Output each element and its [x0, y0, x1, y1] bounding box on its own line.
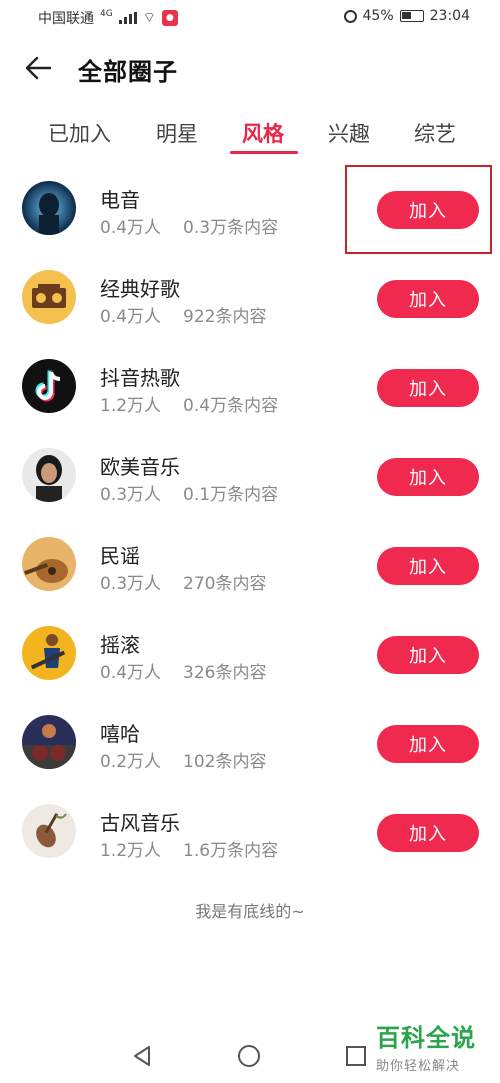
carrier-label: 中国联通: [38, 11, 94, 27]
circle-name: 经典好歌: [100, 277, 180, 301]
circle-name: 嘻哈: [100, 722, 140, 746]
post-count: 102条内容: [183, 752, 267, 772]
nav-home-icon[interactable]: [238, 1045, 260, 1067]
circle-avatar: [22, 715, 76, 769]
circle-avatar: [22, 270, 76, 324]
circle-row-douyin-hits[interactable]: 抖音热歌 1.2万人 0.4万条内容 加入: [0, 342, 500, 431]
circle-avatar: [22, 804, 76, 858]
join-button[interactable]: 加入: [377, 458, 479, 496]
circle-row-ancient-style[interactable]: 古风音乐 1.2万人 1.6万条内容 加入: [0, 787, 500, 876]
member-count: 0.3万人: [100, 485, 162, 505]
circle-avatar: [22, 537, 76, 591]
join-button[interactable]: 加入: [377, 280, 479, 318]
network-type: 4G: [100, 9, 113, 19]
back-button[interactable]: [18, 50, 58, 86]
arrow-left-icon: [25, 56, 52, 80]
end-of-list-text: 我是有底线的~: [195, 902, 305, 921]
tab-stars[interactable]: 明星: [156, 118, 198, 148]
status-bar: 中国联通 4G ⌔ ● 45% 23:04: [0, 0, 500, 34]
member-count: 0.4万人: [100, 218, 162, 238]
post-count: 270条内容: [183, 574, 267, 594]
post-count: 0.3万条内容: [183, 218, 279, 238]
post-count: 922条内容: [183, 307, 267, 327]
join-button[interactable]: 加入: [377, 369, 479, 407]
member-count: 0.4万人: [100, 663, 162, 683]
circle-avatar: [22, 181, 76, 235]
circle-name: 欧美音乐: [100, 455, 180, 479]
circle-row-rock[interactable]: 摇滚 0.4万人 326条内容 加入: [0, 609, 500, 698]
circle-name: 民谣: [100, 544, 140, 568]
watermark: 百科全说 助你轻松解决: [376, 1018, 494, 1078]
member-count: 0.2万人: [100, 752, 162, 772]
circle-meta: 0.3万人 270条内容: [100, 569, 267, 594]
circle-name: 抖音热歌: [100, 366, 180, 390]
member-count: 0.3万人: [100, 574, 162, 594]
circle-meta: 0.3万人 0.1万条内容: [100, 480, 278, 505]
circle-name: 电音: [100, 188, 140, 212]
circle-row-hiphop[interactable]: 嘻哈 0.2万人 102条内容 加入: [0, 698, 500, 787]
circle-meta: 0.4万人 326条内容: [100, 658, 267, 683]
circle-avatar: [22, 359, 76, 413]
circle-meta: 0.4万人 0.3万条内容: [100, 213, 278, 238]
post-count: 0.1万条内容: [183, 485, 279, 505]
circle-name: 摇滚: [100, 633, 140, 657]
post-count: 0.4万条内容: [183, 396, 279, 416]
tab-style[interactable]: 风格: [242, 118, 284, 148]
tab-joined[interactable]: 已加入: [48, 118, 111, 148]
app-notification-icon: ●: [161, 10, 178, 26]
nav-recent-icon[interactable]: [346, 1046, 366, 1066]
circle-avatar: [22, 626, 76, 680]
tab-interest[interactable]: 兴趣: [328, 118, 370, 148]
signal-icon: [118, 12, 137, 24]
circle-row-classic-hits[interactable]: 经典好歌 0.4万人 922条内容 加入: [0, 253, 500, 342]
member-count: 1.2万人: [100, 396, 162, 416]
alarm-icon: [343, 9, 357, 23]
join-button[interactable]: 加入: [377, 814, 479, 852]
member-count: 1.2万人: [100, 841, 162, 861]
battery-percent: 45%: [362, 8, 394, 24]
circle-meta: 1.2万人 1.6万条内容: [100, 836, 278, 861]
circle-meta: 0.4万人 922条内容: [100, 302, 267, 327]
header: 全部圈子: [0, 40, 500, 96]
status-time: 23:04: [429, 8, 470, 24]
circle-avatar: [22, 448, 76, 502]
page-title: 全部圈子: [78, 58, 178, 86]
watermark-subtitle: 助你轻松解决: [376, 1059, 461, 1074]
status-left: 中国联通 4G ⌔ ●: [38, 8, 178, 28]
tab-indicator: [230, 151, 298, 154]
post-count: 1.6万条内容: [183, 841, 279, 861]
join-button[interactable]: 加入: [377, 636, 479, 674]
tab-variety[interactable]: 综艺: [414, 118, 456, 148]
highlight-box: [345, 165, 492, 254]
join-button[interactable]: 加入: [377, 725, 479, 763]
status-right: 45% 23:04: [343, 8, 470, 24]
post-count: 326条内容: [183, 663, 267, 683]
join-button[interactable]: 加入: [377, 547, 479, 585]
wifi-icon: ⌔: [142, 10, 156, 26]
circle-meta: 0.2万人 102条内容: [100, 747, 267, 772]
watermark-title: 百科全说: [376, 1024, 476, 1052]
nav-back-icon[interactable]: [131, 1044, 153, 1068]
circle-row-folk[interactable]: 民谣 0.3万人 270条内容 加入: [0, 520, 500, 609]
circle-name: 古风音乐: [100, 811, 180, 835]
member-count: 0.4万人: [100, 307, 162, 327]
circle-meta: 1.2万人 0.4万条内容: [100, 391, 278, 416]
circle-row-western-music[interactable]: 欧美音乐 0.3万人 0.1万条内容 加入: [0, 431, 500, 520]
battery-icon: [399, 10, 424, 22]
